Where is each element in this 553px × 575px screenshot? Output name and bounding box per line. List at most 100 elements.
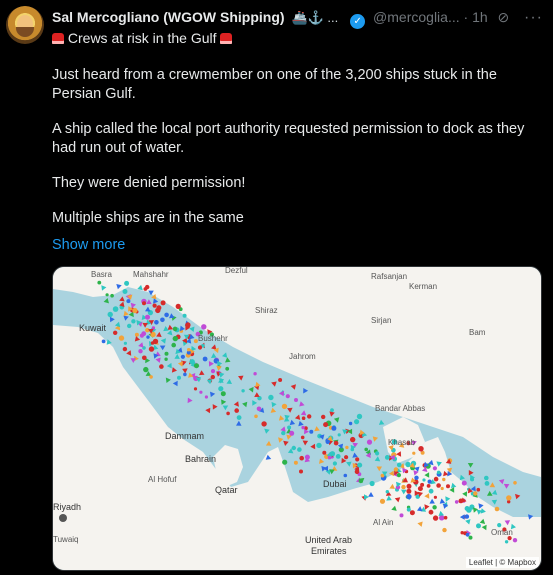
post-time[interactable]: 1h: [472, 9, 488, 25]
ship-marker: [393, 467, 399, 472]
ship-marker: [177, 375, 181, 380]
ship-marker: [454, 500, 459, 504]
ship-marker: [436, 483, 441, 488]
ship-marker: [432, 515, 439, 521]
map-label-dubai: Dubai: [323, 479, 347, 489]
ship-marker: [265, 440, 272, 446]
ship-marker: [127, 323, 132, 329]
ship-map-image[interactable]: Basra Mahshahr Dezful Kuwait Bushehr Shi…: [52, 266, 542, 571]
ship-marker: [287, 407, 293, 413]
ship-marker: [219, 372, 225, 378]
ship-marker: [426, 484, 431, 488]
ship-marker: [321, 414, 326, 420]
ship-marker: [405, 461, 411, 468]
ship-marker: [333, 417, 340, 423]
ship-marker: [123, 315, 129, 321]
ship-marker: [233, 401, 239, 407]
map-label-al-ain: Al Ain: [373, 518, 393, 527]
ship-marker: [301, 416, 306, 420]
ship-marker: [194, 363, 199, 369]
ship-marker: [332, 461, 337, 466]
author-name[interactable]: Sal Mercogliano (WGOW Shipping): [52, 9, 285, 25]
ship-marker: [467, 463, 474, 468]
headline-text: Crews at risk in the Gulf: [67, 30, 217, 46]
ship-marker: [210, 369, 216, 374]
tweet[interactable]: Sal Mercogliano (WGOW Shipping) 🚢⚓ ... ✓…: [0, 0, 553, 575]
ship-marker: [284, 416, 290, 422]
ship-marker: [299, 455, 304, 461]
map-label-kuwait: Kuwait: [79, 323, 107, 333]
ship-marker: [107, 311, 113, 318]
ship-marker: [396, 473, 401, 478]
ship-marker: [439, 515, 445, 521]
map-canvas: Basra Mahshahr Dezful Kuwait Bushehr Shi…: [53, 267, 541, 570]
ship-marker: [130, 302, 136, 309]
ship-marker: [160, 300, 166, 306]
ship-marker: [254, 414, 258, 419]
ship-marker: [123, 341, 127, 345]
author-handle[interactable]: @mercoglia...: [373, 9, 460, 25]
ship-marker: [256, 406, 262, 412]
headline: Crews at risk in the Gulf: [52, 30, 233, 46]
ship-marker: [97, 280, 102, 285]
map-attribution[interactable]: Leaflet | © Mapbox: [465, 557, 539, 568]
ship-marker: [268, 394, 274, 401]
ship-marker: [220, 391, 226, 397]
ship-marker: [242, 401, 248, 408]
ship-marker: [468, 535, 473, 540]
ship-marker: [254, 392, 260, 397]
ship-marker: [302, 440, 309, 446]
ship-marker: [294, 414, 301, 420]
ship-marker: [385, 490, 389, 494]
author-avatar[interactable]: [6, 6, 44, 44]
ship-marker: [442, 527, 447, 533]
siren-icon: [220, 33, 233, 44]
ship-marker: [422, 478, 426, 482]
ship-marker: [443, 515, 448, 520]
ship-marker: [146, 299, 152, 304]
ship-marker: [152, 303, 157, 308]
ship-marker: [331, 425, 337, 431]
ship-marker: [323, 422, 329, 428]
ship-marker: [307, 414, 312, 419]
ship-marker: [183, 372, 187, 377]
ship-marker: [290, 384, 296, 390]
ship-marker: [432, 466, 437, 471]
ship-marker: [379, 498, 386, 504]
ship-marker: [278, 415, 285, 421]
ship-marker: [236, 420, 242, 426]
ship-marker: [412, 451, 416, 455]
ship-marker: [134, 332, 139, 337]
ship-marker: [126, 299, 131, 304]
ship-marker: [476, 523, 481, 529]
ship-marker: [202, 356, 208, 362]
map-label-tuwaiq: Tuwaiq: [53, 535, 79, 544]
ship-marker: [325, 439, 330, 444]
map-label-shiraz: Shiraz: [255, 306, 278, 315]
ship-marker: [369, 480, 375, 487]
ship-marker: [221, 399, 227, 405]
ship-marker: [406, 483, 412, 489]
ship-marker: [172, 326, 178, 332]
ship-marker: [146, 335, 150, 339]
ship-marker: [301, 425, 305, 430]
ship-marker: [354, 419, 360, 425]
grok-icon[interactable]: ⊘: [498, 9, 510, 25]
ship-marker: [414, 475, 419, 480]
ship-marker: [343, 473, 348, 478]
ship-marker: [458, 498, 464, 504]
more-options-icon[interactable]: ···: [524, 9, 543, 27]
ship-marker: [160, 317, 165, 323]
ship-marker: [226, 411, 230, 416]
island: [347, 334, 359, 340]
ship-marker: [329, 411, 335, 417]
paragraph-2: A ship called the local port authority r…: [52, 121, 525, 156]
ship-marker: [253, 372, 257, 376]
show-more-link[interactable]: Show more: [52, 237, 125, 253]
ship-marker: [172, 380, 178, 387]
ship-marker: [355, 457, 360, 462]
ship-marker: [165, 377, 171, 383]
ship-marker: [185, 322, 191, 328]
ship-marker: [172, 335, 178, 342]
ship-marker: [484, 475, 489, 481]
